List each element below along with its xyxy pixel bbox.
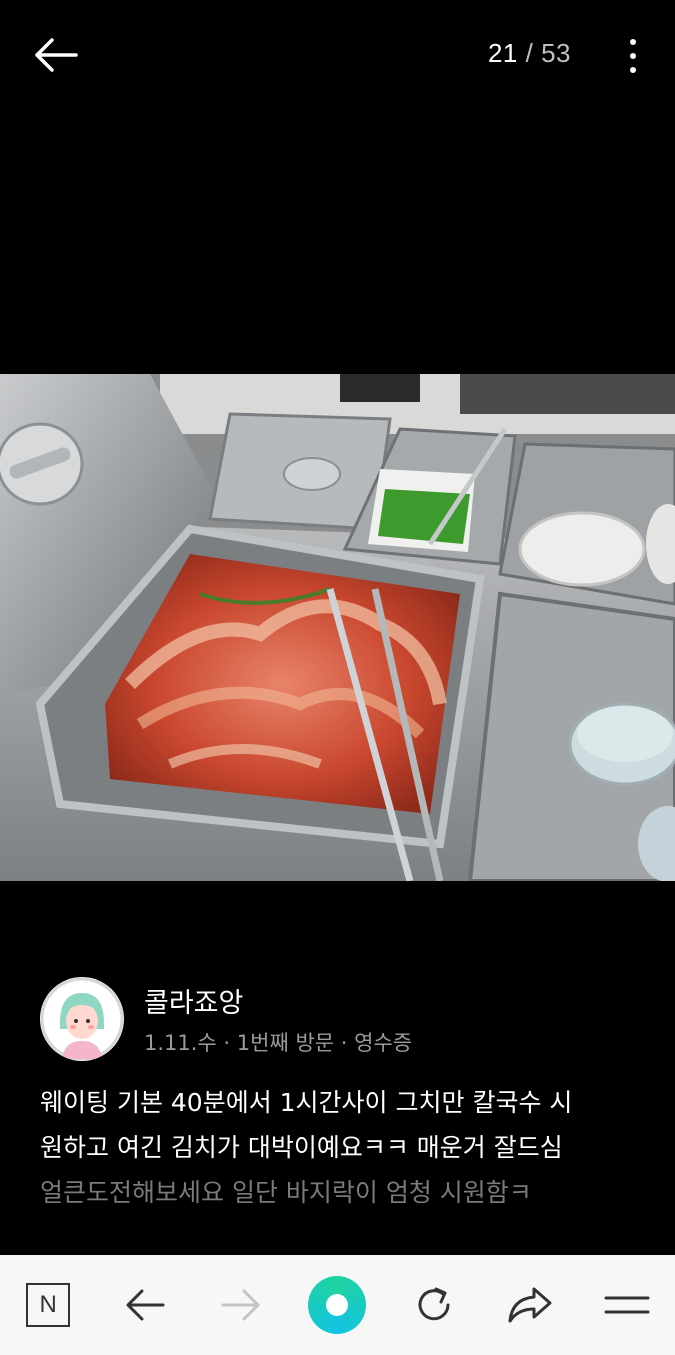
kimchi-tray-image <box>0 374 675 881</box>
naver-n-icon: N <box>26 1283 71 1327</box>
menu-button[interactable] <box>592 1270 662 1340</box>
share-button[interactable] <box>495 1270 565 1340</box>
photo-counter-current: 21 <box>487 38 518 68</box>
home-button[interactable] <box>302 1270 372 1340</box>
review-photo[interactable] <box>0 374 675 881</box>
browser-bottom-bar: N <box>0 1255 675 1355</box>
hamburger-menu-icon <box>604 1296 650 1314</box>
avatar-illustration <box>40 977 124 1061</box>
arrow-left-icon <box>35 38 78 72</box>
avatar[interactable] <box>40 977 124 1061</box>
photo-counter: 21 / 53 <box>488 38 571 69</box>
viewer-top-bar: 21 / 53 <box>0 0 675 110</box>
review-text[interactable]: 웨이팅 기본 40분에서 1시간사이 그치만 칼국수 시 원하고 여긴 김치가 … <box>40 1080 640 1215</box>
author-name[interactable]: 콜라죠앙 <box>144 981 243 1020</box>
arrow-left-icon <box>126 1289 165 1321</box>
photo-counter-total: 53 <box>541 38 571 68</box>
naver-home-button[interactable]: N <box>13 1270 83 1340</box>
more-vertical-icon <box>630 39 636 45</box>
visit-meta: 1.11.수 · 1번째 방문 · 영수증 <box>144 1031 413 1055</box>
more-options-button[interactable] <box>615 30 651 82</box>
browser-back-button[interactable] <box>110 1270 180 1340</box>
arrow-right-icon <box>221 1289 260 1321</box>
browser-forward-button[interactable] <box>206 1270 276 1340</box>
home-circle-icon <box>308 1276 367 1334</box>
share-arrow-icon <box>508 1287 552 1323</box>
review-line: 원하고 여긴 김치가 대박이예요ㅋㅋ 매운거 잘드심 <box>40 1133 563 1162</box>
back-button[interactable] <box>28 30 84 80</box>
review-line: 얼큰도전해보세요 일단 바지락이 엄청 시원함ㅋ <box>40 1178 532 1207</box>
refresh-icon <box>418 1287 450 1321</box>
review-author: 콜라죠앙 1.11.수 · 1번째 방문 · 영수증 <box>40 977 640 1061</box>
review-line: 웨이팅 기본 40분에서 1시간사이 그치만 칼국수 시 <box>40 1088 573 1117</box>
photo-counter-separator: / <box>525 38 534 68</box>
refresh-button[interactable] <box>399 1270 469 1340</box>
